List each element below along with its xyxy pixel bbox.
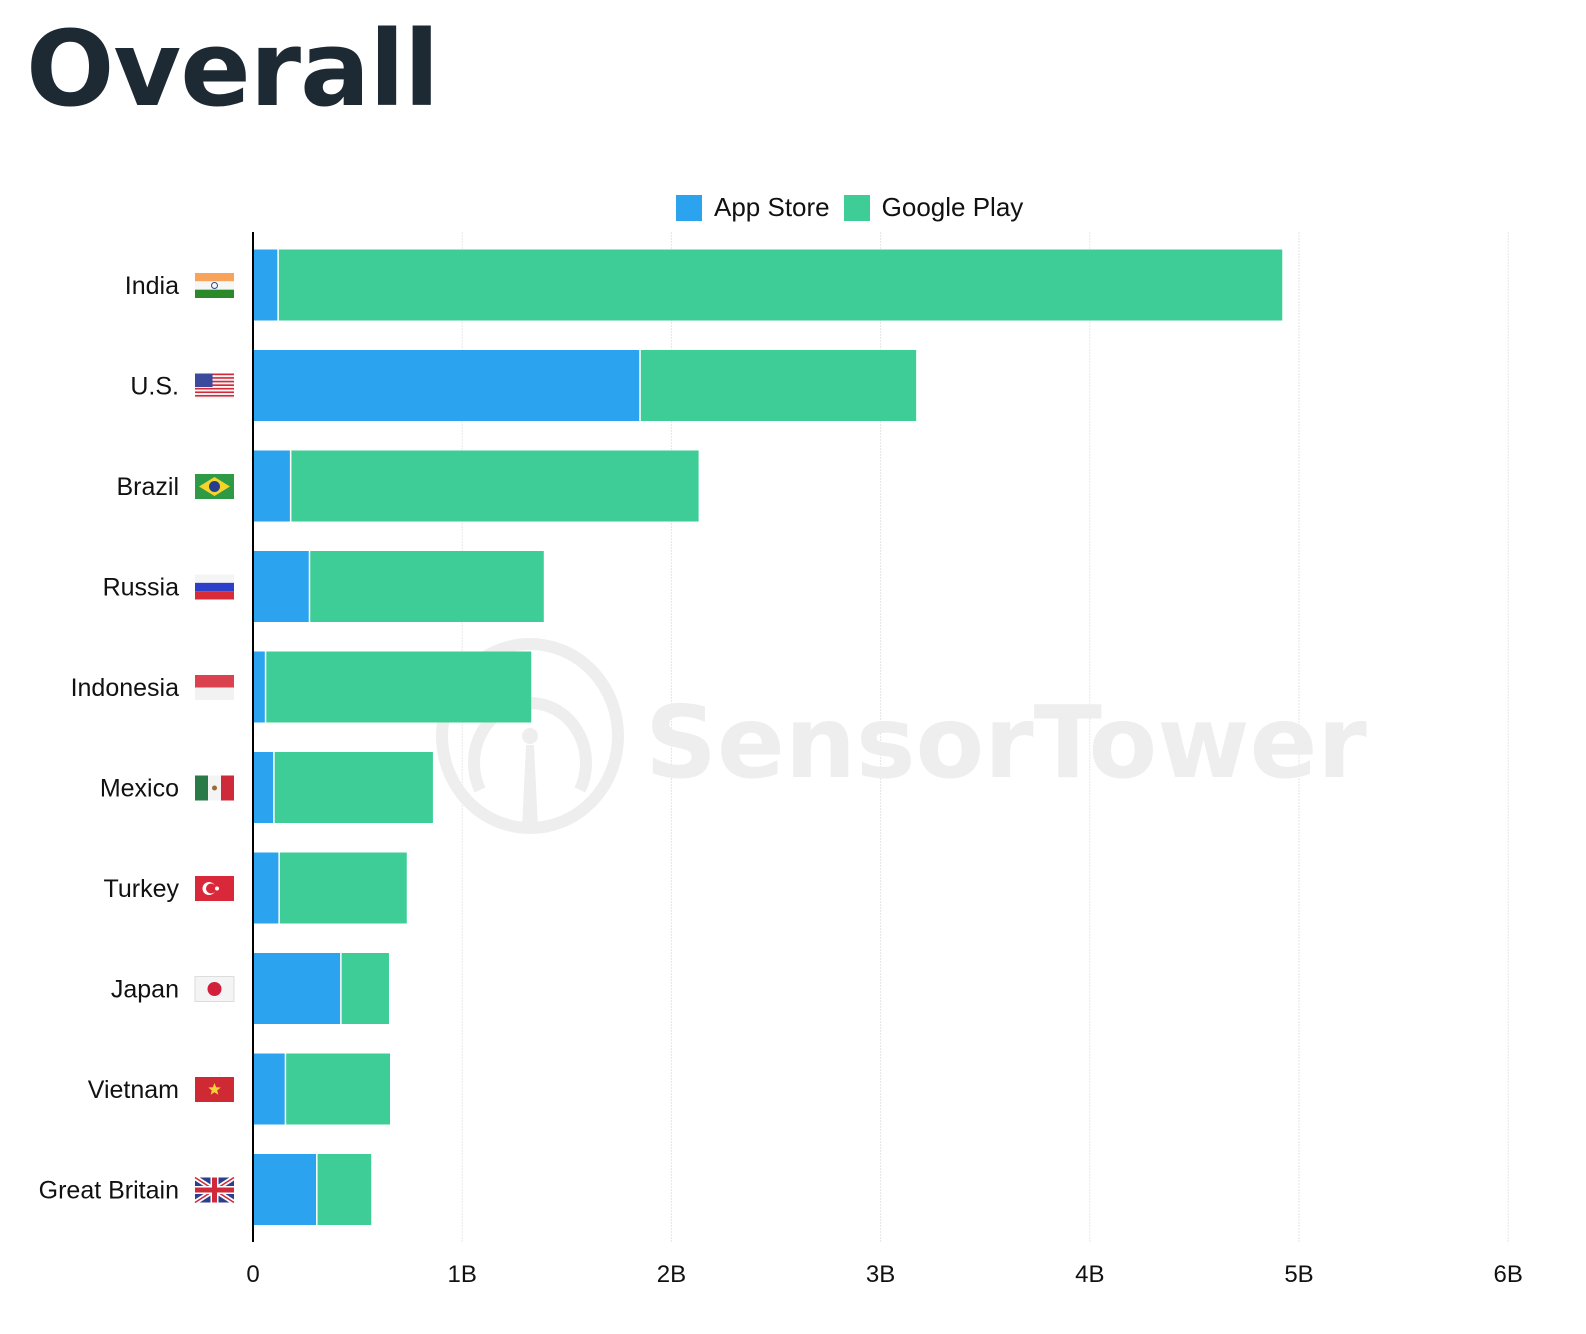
flag-japan-icon xyxy=(194,976,235,1002)
bar-google-play[interactable] xyxy=(340,953,389,1024)
bar-google-play[interactable] xyxy=(285,1053,391,1125)
bar-google-play[interactable] xyxy=(279,852,407,924)
bar-google-play[interactable] xyxy=(309,551,544,622)
x-tick-label: 4B xyxy=(1075,1261,1104,1288)
watermark: SensorTower xyxy=(436,638,1367,834)
bar-google-play[interactable] xyxy=(273,752,433,823)
bar-app-store[interactable] xyxy=(253,350,641,421)
category-labels: India U.S. Brazil Russia Indonesia Mexico Turk… xyxy=(39,272,236,1205)
category-label: Indonesia xyxy=(71,674,180,702)
x-tick-label: 5B xyxy=(1284,1261,1313,1288)
flag-russia-icon xyxy=(195,574,234,600)
flag-vietnam-icon xyxy=(195,1077,234,1102)
watermark-text: SensorTower xyxy=(645,684,1367,801)
category-label: Brazil xyxy=(116,473,179,501)
bar-google-play[interactable] xyxy=(640,350,917,421)
x-tick-label: 1B xyxy=(448,1261,477,1288)
x-tick-label: 2B xyxy=(657,1261,686,1288)
category-label: Japan xyxy=(111,976,179,1004)
x-tick-label: 0 xyxy=(246,1261,259,1288)
category-label: Turkey xyxy=(104,875,180,903)
category-label: Mexico xyxy=(100,775,179,803)
bar-app-store[interactable] xyxy=(253,551,310,622)
bar-app-store[interactable] xyxy=(253,651,266,723)
bar-google-play[interactable] xyxy=(290,450,699,522)
category-label: Great Britain xyxy=(39,1177,179,1205)
flag-great-britain-icon xyxy=(193,1175,236,1205)
bar-app-store[interactable] xyxy=(253,752,274,823)
x-tick-label: 3B xyxy=(866,1261,895,1288)
category-label: India xyxy=(125,272,179,300)
bar-app-store[interactable] xyxy=(253,1154,317,1225)
flag-india-icon xyxy=(195,273,234,298)
flag-indonesia-icon xyxy=(195,675,234,700)
bar-app-store[interactable] xyxy=(253,1053,286,1125)
category-label: U.S. xyxy=(130,373,179,401)
bar-app-store[interactable] xyxy=(253,249,279,321)
flag-turkey-icon xyxy=(195,876,234,901)
bar-google-play[interactable] xyxy=(278,249,1283,321)
x-tick-label: 6B xyxy=(1494,1261,1523,1288)
flag-us-icon xyxy=(195,373,234,399)
bar-app-store[interactable] xyxy=(253,450,291,522)
bar-app-store[interactable] xyxy=(253,953,341,1024)
bar-google-play[interactable] xyxy=(265,651,532,723)
category-label: Vietnam xyxy=(88,1076,179,1104)
flag-brazil-icon xyxy=(195,474,234,499)
bar-google-play[interactable] xyxy=(316,1154,372,1225)
category-label: Russia xyxy=(103,574,180,602)
bar-chart: SensorTower 0 1B 2B 3B 4B 5B 6B India U.S. Brazi… xyxy=(39,232,1523,1288)
flag-mexico-icon xyxy=(195,775,234,801)
bar-app-store[interactable] xyxy=(253,852,280,924)
x-axis-ticks: 0 1B 2B 3B 4B 5B 6B xyxy=(246,1261,1523,1288)
